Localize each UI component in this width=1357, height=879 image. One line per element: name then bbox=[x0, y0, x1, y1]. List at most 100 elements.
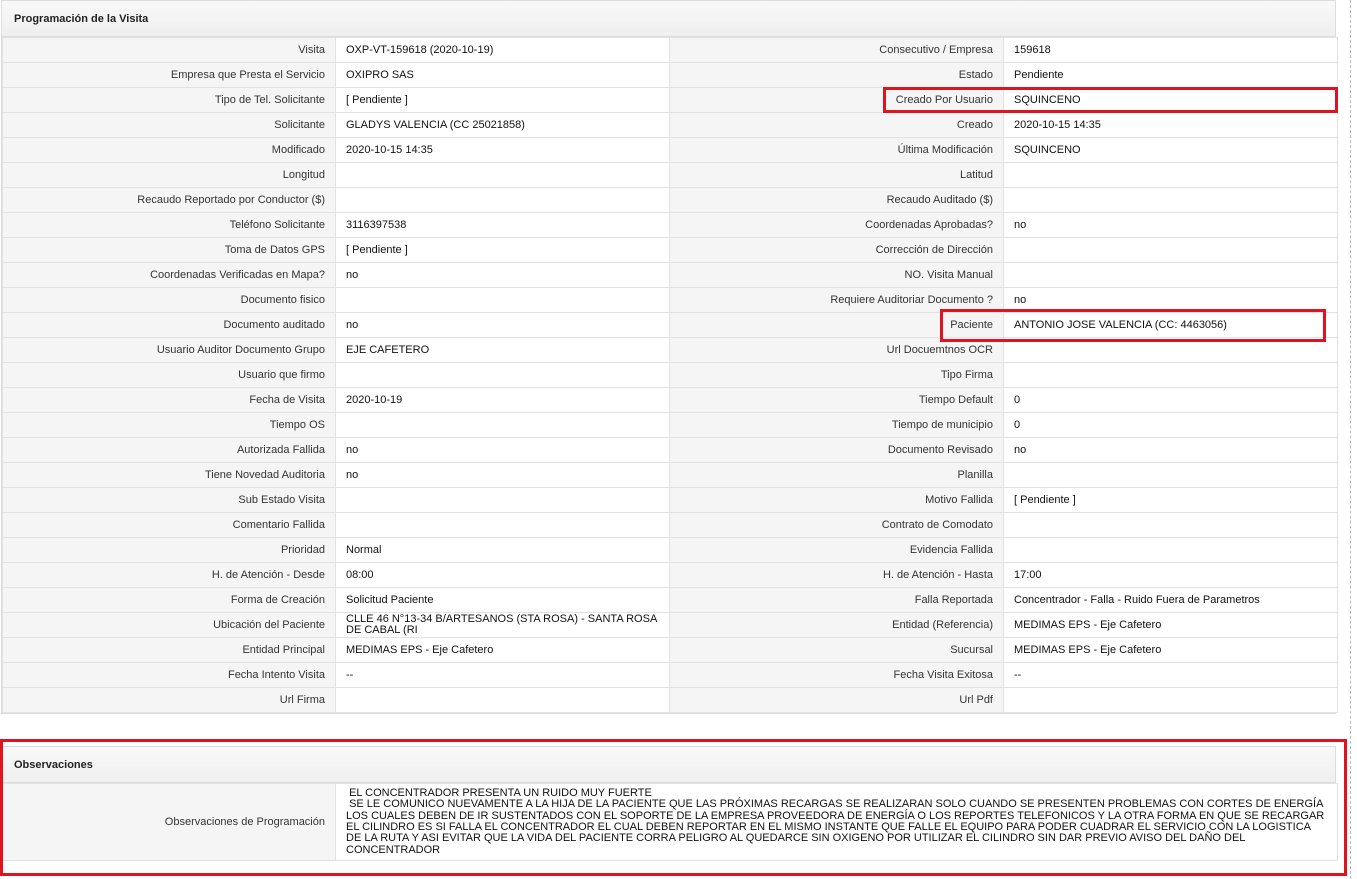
usuario-que-firmo-value[interactable] bbox=[335, 362, 670, 388]
no-visita-manual-value[interactable] bbox=[1003, 262, 1338, 288]
prioridad-value[interactable]: Normal bbox=[335, 537, 670, 563]
recaudo-auditado-value[interactable] bbox=[1003, 187, 1338, 213]
table-row: Toma de Datos GPS[ Pendiente ] Corrección… bbox=[2, 237, 1338, 263]
table-row: H. de Atención - Desde 08:00 H. de Atenció… bbox=[2, 562, 1338, 588]
table-row: Fecha de Visita 2020-10-19 Tiempo Default… bbox=[2, 387, 1338, 413]
table-row: Teléfono Solicitante 3116397538 Coordenada… bbox=[2, 212, 1338, 238]
entidad-principal-label: Entidad Principal bbox=[2, 637, 336, 663]
planilla-value[interactable] bbox=[1003, 462, 1338, 488]
latitud-value[interactable] bbox=[1003, 162, 1338, 188]
usuario-auditor-documento-grupo-label: Usuario Auditor Documento Grupo bbox=[2, 337, 336, 363]
recaudo-auditado-label: Recaudo Auditado ($) bbox=[669, 187, 1004, 213]
ultima-modificacion-label: Última Modificación bbox=[669, 137, 1004, 163]
h-de-atencion-desde-value[interactable]: 08:00 bbox=[335, 562, 670, 588]
falla-reportada-value[interactable]: Concentrador - Falla - Ruido Fuera de Pa… bbox=[1003, 587, 1338, 613]
documento-auditado-value[interactable]: no bbox=[335, 312, 670, 338]
ultima-modificacion-value[interactable]: SQUINCENO bbox=[1003, 137, 1338, 163]
sucursal-label: Sucursal bbox=[669, 637, 1004, 663]
coordenadas-aprobadas-label: Coordenadas Aprobadas? bbox=[669, 212, 1004, 238]
programacion-panel: Programación de la Visita Visita OXP-VT-1… bbox=[1, 0, 1338, 714]
contrato-de-comodato-value[interactable] bbox=[1003, 512, 1338, 538]
consecutivo-empresa-value[interactable]: 159618 bbox=[1003, 37, 1338, 63]
visita-value[interactable]: OXP-VT-159618 (2020-10-19) bbox=[335, 37, 670, 63]
table-row: Prioridad Normal Evidencia Fallida bbox=[2, 537, 1338, 563]
url-pdf-label: Url Pdf bbox=[669, 687, 1004, 713]
entidad-referencia-value[interactable]: MEDIMAS EPS - Eje Cafetero bbox=[1003, 612, 1338, 638]
tiempo-os-label: Tiempo OS bbox=[2, 412, 336, 438]
observaciones-row: Observaciones de Programación EL CONCENT… bbox=[2, 783, 1338, 861]
prioridad-label: Prioridad bbox=[2, 537, 336, 563]
table-row: Ubicación del Paciente CLLE 46 N°13-34 B/… bbox=[2, 612, 1338, 638]
coordenadas-aprobadas-value[interactable]: no bbox=[1003, 212, 1338, 238]
telefono-solicitante-value[interactable]: 3116397538 bbox=[335, 212, 670, 238]
fecha-intento-visita-value[interactable]: -- bbox=[335, 662, 670, 688]
ubicacion-del-paciente-value[interactable]: CLLE 46 N°13-34 B/ARTESANOS (STA ROSA) -… bbox=[335, 612, 670, 638]
entidad-principal-value[interactable]: MEDIMAS EPS - Eje Cafetero bbox=[335, 637, 670, 663]
tiempo-default-label: Tiempo Default bbox=[669, 387, 1004, 413]
table-row: Longitud Latitud bbox=[2, 162, 1338, 188]
ubicacion-del-paciente-label: Ubicación del Paciente bbox=[2, 612, 336, 638]
tiempo-de-municipio-value[interactable]: 0 bbox=[1003, 412, 1338, 438]
tipo-de-tel-solicitante-label: Tipo de Tel. Solicitante bbox=[2, 87, 336, 113]
fecha-visita-exitosa-label: Fecha Visita Exitosa bbox=[669, 662, 1004, 688]
table-row: Comentario Fallida Contrato de Comodato bbox=[2, 512, 1338, 538]
table-row: Recaudo Reportado por Conductor ($) Recau… bbox=[2, 187, 1338, 213]
sucursal-value[interactable]: MEDIMAS EPS - Eje Cafetero bbox=[1003, 637, 1338, 663]
longitud-label: Longitud bbox=[2, 162, 336, 188]
tiempo-os-value[interactable] bbox=[335, 412, 670, 438]
url-pdf-value[interactable] bbox=[1003, 687, 1338, 713]
forma-de-creacion-value[interactable]: Solicitud Paciente bbox=[335, 587, 670, 613]
fecha-visita-exitosa-value[interactable]: -- bbox=[1003, 662, 1338, 688]
correccion-de-direccion-value[interactable] bbox=[1003, 237, 1338, 263]
table-row: Autorizada Fallida no Documento Revisado … bbox=[2, 437, 1338, 463]
requiere-auditoriar-documento-value[interactable]: no bbox=[1003, 287, 1338, 313]
motivo-fallida-value[interactable]: [ Pendiente ] bbox=[1003, 487, 1338, 513]
tiempo-default-value[interactable]: 0 bbox=[1003, 387, 1338, 413]
recaudo-reportado-por-conductor-value[interactable] bbox=[335, 187, 670, 213]
tipo-de-tel-solicitante-value[interactable]: [ Pendiente ] bbox=[335, 87, 670, 113]
sub-estado-visita-label: Sub Estado Visita bbox=[2, 487, 336, 513]
evidencia-fallida-value[interactable] bbox=[1003, 537, 1338, 563]
documento-revisado-value[interactable]: no bbox=[1003, 437, 1338, 463]
table-row: Usuario Auditor Documento Grupo EJE CAFET… bbox=[2, 337, 1338, 363]
empresa-que-presta-el-servicio-value[interactable]: OXIPRO SAS bbox=[335, 62, 670, 88]
tiempo-de-municipio-label: Tiempo de municipio bbox=[669, 412, 1004, 438]
coordenadas-verificadas-en-mapa-value[interactable]: no bbox=[335, 262, 670, 288]
tiene-novedad-auditoria-label: Tiene Novedad Auditoria bbox=[2, 462, 336, 488]
programacion-title: Programación de la Visita bbox=[2, 1, 1335, 37]
tipo-firma-label: Tipo Firma bbox=[669, 362, 1004, 388]
paciente-value[interactable]: ANTONIO JOSE VALENCIA (CC: 4463056) bbox=[1003, 312, 1338, 338]
table-row: Documento fisico Requiere Auditoriar Docu… bbox=[2, 287, 1338, 313]
coordenadas-verificadas-en-mapa-label: Coordenadas Verificadas en Mapa? bbox=[2, 262, 336, 288]
toma-de-datos-gps-value[interactable]: [ Pendiente ] bbox=[335, 237, 670, 263]
estado-value[interactable]: Pendiente bbox=[1003, 62, 1338, 88]
longitud-value[interactable] bbox=[335, 162, 670, 188]
table-row: Empresa que Presta el Servicio OXIPRO SAS… bbox=[2, 62, 1338, 88]
sub-estado-visita-value[interactable] bbox=[335, 487, 670, 513]
solicitante-value[interactable]: GLADYS VALENCIA (CC 25021858) bbox=[335, 112, 670, 138]
url-docuemtnos-ocr-label: Url Docuemtnos OCR bbox=[669, 337, 1004, 363]
table-row: Tiene Novedad Auditoria no Planilla bbox=[2, 462, 1338, 488]
table-row: Tipo de Tel. Solicitante[ Pendiente ] Cre… bbox=[2, 87, 1338, 113]
modificado-value[interactable]: 2020-10-15 14:35 bbox=[335, 137, 670, 163]
table-row: Solicitante GLADYS VALENCIA (CC 25021858)… bbox=[2, 112, 1338, 138]
autorizada-fallida-value[interactable]: no bbox=[335, 437, 670, 463]
usuario-auditor-documento-grupo-value[interactable]: EJE CAFETERO bbox=[335, 337, 670, 363]
correccion-de-direccion-label: Corrección de Dirección bbox=[669, 237, 1004, 263]
h-de-atencion-hasta-value[interactable]: 17:00 bbox=[1003, 562, 1338, 588]
tipo-firma-value[interactable] bbox=[1003, 362, 1338, 388]
documento-fisico-value[interactable] bbox=[335, 287, 670, 313]
url-firma-value[interactable] bbox=[335, 687, 670, 713]
url-docuemtnos-ocr-value[interactable] bbox=[1003, 337, 1338, 363]
creado-por-usuario-value[interactable]: SQUINCENO bbox=[1003, 87, 1338, 113]
comentario-fallida-value[interactable] bbox=[335, 512, 670, 538]
comentario-fallida-label: Comentario Fallida bbox=[2, 512, 336, 538]
no-visita-manual-label: NO. Visita Manual bbox=[669, 262, 1004, 288]
table-row: Visita OXP-VT-159618 (2020-10-19) Consecut… bbox=[2, 37, 1338, 63]
autorizada-fallida-label: Autorizada Fallida bbox=[2, 437, 336, 463]
observaciones-value[interactable]: EL CONCENTRADOR PRESENTA UN RUIDO MUY FU… bbox=[335, 783, 1338, 861]
toma-de-datos-gps-label: Toma de Datos GPS bbox=[2, 237, 336, 263]
tiene-novedad-auditoria-value[interactable]: no bbox=[335, 462, 670, 488]
fecha-de-visita-value[interactable]: 2020-10-19 bbox=[335, 387, 670, 413]
creado-value[interactable]: 2020-10-15 14:35 bbox=[1003, 112, 1338, 138]
